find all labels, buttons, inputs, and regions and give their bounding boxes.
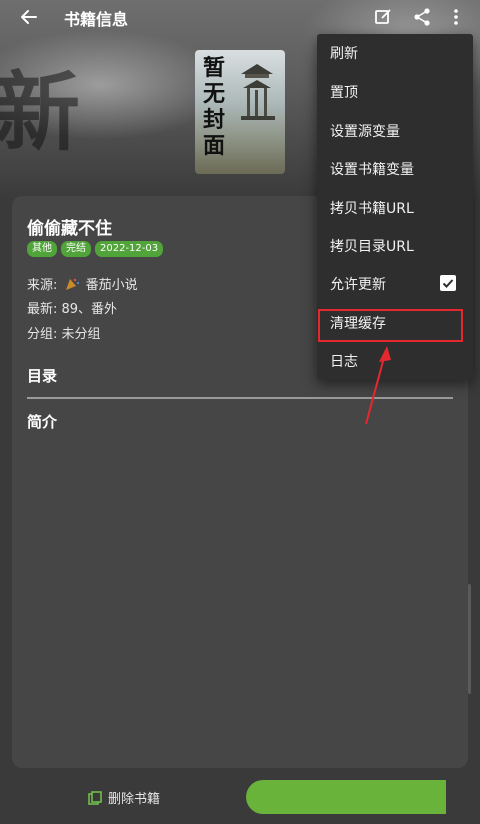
allow-update-checkbox[interactable] <box>440 275 456 291</box>
top-toolbar: 书籍信息 <box>0 0 480 34</box>
share-icon[interactable] <box>410 5 434 29</box>
source-name: 番茄小说 <box>85 278 138 293</box>
scrollbar-thumb[interactable] <box>468 584 471 694</box>
tag-list: 其他 完结 2022-12-03 <box>27 241 164 257</box>
menu-item-copy-toc-url[interactable]: 拷贝目录URL <box>317 227 473 265</box>
menu-item-source-var[interactable]: 设置源变量 <box>317 112 473 150</box>
menu-item-book-var[interactable]: 设置书籍变量 <box>317 150 473 188</box>
hero-watermark-text: 新 <box>0 63 80 163</box>
tag-date: 2022-12-03 <box>95 241 164 257</box>
book-cover[interactable]: 暂无封面 <box>195 50 285 174</box>
annotation-arrow-icon <box>365 346 391 425</box>
delete-book-button[interactable]: 删除书籍 <box>88 788 160 807</box>
intro-heading: 简介 <box>27 413 58 431</box>
menu-item-copy-book-url[interactable]: 拷贝书籍URL <box>317 189 473 227</box>
menu-item-allow-update[interactable]: 允许更新 <box>317 265 473 303</box>
highlight-box <box>318 309 463 342</box>
checkmark-icon <box>442 279 454 288</box>
more-vert-icon[interactable] <box>444 5 468 29</box>
group-line[interactable]: 分组: 未分组 <box>27 323 101 342</box>
source-label: 来源: <box>27 278 58 293</box>
edit-icon[interactable] <box>371 5 395 29</box>
allow-update-label: 允许更新 <box>330 277 386 293</box>
menu-item-refresh[interactable]: 刷新 <box>317 34 473 72</box>
page-title: 书籍信息 <box>64 10 129 29</box>
delete-book-label: 删除书籍 <box>108 792 161 807</box>
source-party-icon <box>65 278 79 290</box>
pavilion-illustration <box>241 64 275 120</box>
book-title: 偷偷藏不住 <box>27 219 112 239</box>
toc-heading[interactable]: 目录 <box>27 365 57 386</box>
start-reading-button[interactable] <box>246 780 446 814</box>
back-arrow-icon[interactable] <box>16 4 42 30</box>
tag-status: 完结 <box>61 241 91 257</box>
latest-chapter: 最新: 89、番外 <box>27 302 118 317</box>
tag-category: 其他 <box>27 241 57 257</box>
menu-item-pin-top[interactable]: 置顶 <box>317 73 473 111</box>
bookshelf-icon <box>88 790 102 805</box>
cover-placeholder-text: 暂无封面 <box>202 56 225 159</box>
source-line[interactable]: 来源: 番茄小说 <box>27 274 138 293</box>
